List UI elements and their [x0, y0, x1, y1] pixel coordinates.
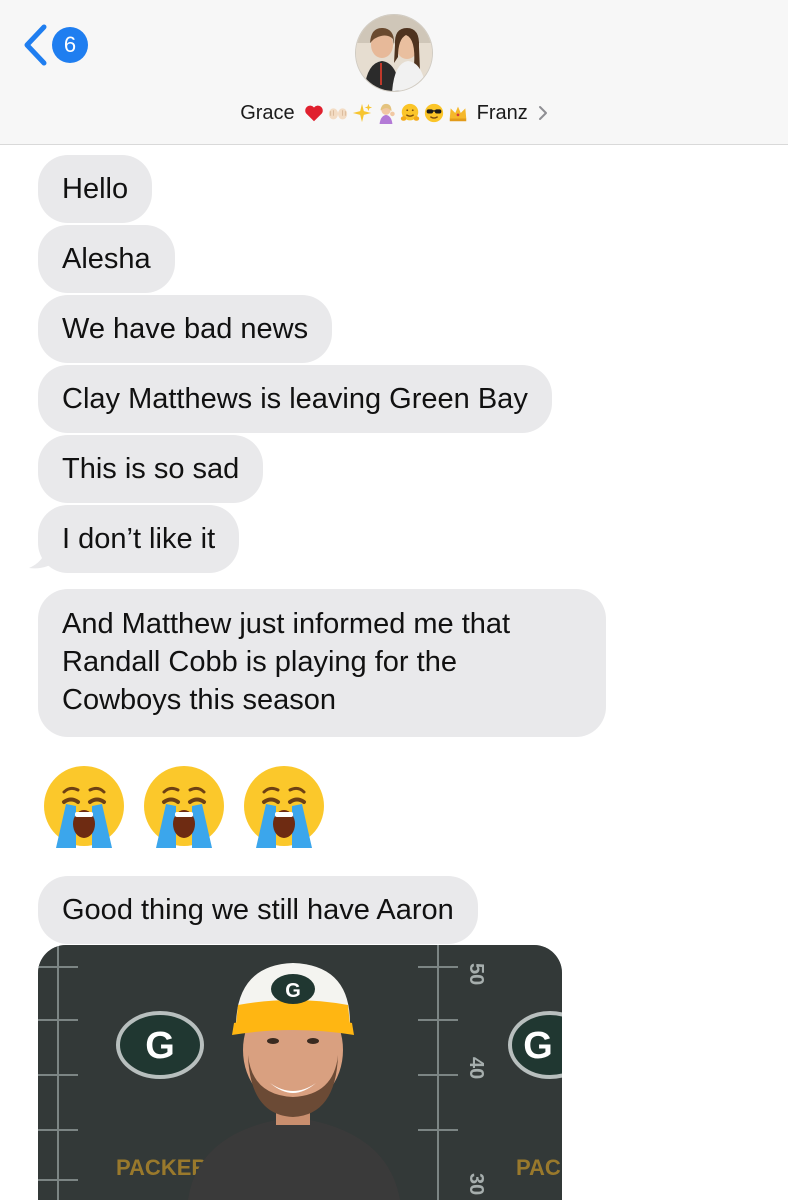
- message-bubble[interactable]: We have bad news: [38, 295, 333, 363]
- backdrop-packers-right: PAC: [516, 1155, 561, 1180]
- contact-first-name: Grace: [240, 101, 295, 124]
- back-button[interactable]: 6: [22, 22, 88, 68]
- contact-last-name: Franz: [476, 101, 528, 124]
- message-bubble[interactable]: Hello: [38, 155, 153, 223]
- sunglasses-face-icon: [424, 103, 443, 123]
- message-text: Hello: [62, 173, 129, 205]
- unread-count-badge: 6: [52, 27, 88, 63]
- contact-name-row[interactable]: Grace Franz: [0, 98, 788, 128]
- message-text: This is so sad: [62, 453, 240, 485]
- message-bubble[interactable]: Good thing we still have Aaron: [38, 876, 478, 944]
- crying-face-icon: [244, 766, 324, 848]
- message-bubble[interactable]: This is so sad: [38, 435, 264, 503]
- message-text: I don’t like it: [62, 523, 216, 555]
- crying-face-icon: [44, 766, 124, 848]
- message-text: Alesha: [62, 243, 151, 275]
- message-text: Clay Matthews is leaving Green Bay: [62, 383, 528, 415]
- emoji-message[interactable]: [40, 762, 328, 850]
- contact-emoji-group: [303, 102, 469, 124]
- message-bubble[interactable]: Alesha: [38, 225, 175, 293]
- gif-attachment[interactable]: G G PACKERS PAC 50 40 30 G: [38, 945, 562, 1200]
- sparkles-icon: [352, 103, 372, 123]
- svg-text:G: G: [285, 980, 301, 1002]
- message-text: We have bad news: [62, 313, 309, 345]
- hugging-face-icon: [400, 103, 419, 121]
- message-text-line: Randall Cobb is playing for the: [62, 646, 457, 678]
- message-text-line: Cowboys this season: [62, 684, 337, 716]
- person-tipping-hand-icon: [379, 103, 395, 124]
- red-heart-icon: [304, 105, 323, 122]
- yard-number: 40: [465, 1057, 487, 1079]
- chevron-right-icon: [538, 106, 547, 120]
- message-text: Good thing we still have Aaron: [62, 894, 454, 926]
- message-bubble[interactable]: I don’t like it: [38, 505, 240, 573]
- yard-number: 30: [465, 1173, 487, 1195]
- crown-icon: [449, 106, 466, 122]
- open-hands-icon: [328, 108, 347, 120]
- yard-number: 50: [465, 963, 487, 985]
- conversation-header: 6 Grace Franz: [0, 0, 788, 145]
- avatar[interactable]: [355, 14, 433, 92]
- message-bubble[interactable]: And Matthew just informed me that Randal…: [38, 589, 606, 737]
- chevron-left-icon: [24, 24, 47, 66]
- message-text-line: And Matthew just informed me that: [62, 608, 511, 640]
- svg-text:G: G: [145, 1025, 175, 1067]
- crying-face-icon: [144, 766, 224, 848]
- message-bubble[interactable]: Clay Matthews is leaving Green Bay: [38, 365, 552, 433]
- svg-text:G: G: [523, 1025, 553, 1067]
